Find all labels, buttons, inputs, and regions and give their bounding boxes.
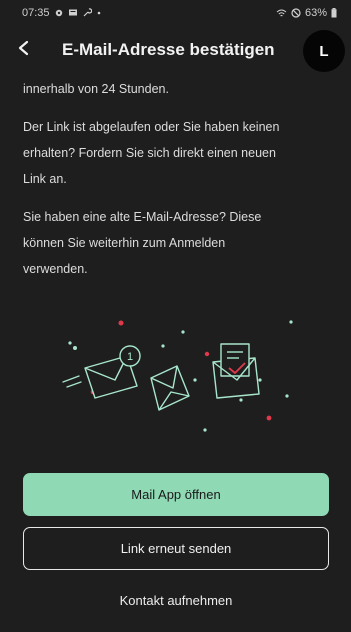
page-title: E-Mail-Adresse bestätigen [62,40,275,59]
battery-icon [331,8,337,18]
dot-icon [96,10,102,16]
paragraph-line: Der Link ist abgelaufen oder Sie haben k… [23,120,280,134]
status-bar: 07:35 63% [0,0,351,26]
status-left: 07:35 [22,7,102,19]
email-illustration: 1 [62,320,293,432]
open-mail-app-label: Mail App öffnen [131,487,221,502]
speed-lines [62,375,82,388]
resend-link-button[interactable]: Link erneut senden [23,527,329,570]
resend-link-label: Link erneut senden [120,541,232,556]
message-icon [68,8,78,18]
paragraph-line: Link an. [23,172,67,186]
badge-count: 1 [127,351,133,363]
status-right: 63% [276,7,337,19]
avatar-initial: L [319,42,329,60]
wifi-icon [276,8,287,18]
paragraph-link-expired: Der Link ist abgelaufen oder Sie haben k… [23,114,335,192]
open-mail-app-button[interactable]: Mail App öffnen [23,473,329,516]
avatar[interactable]: L [303,30,345,72]
info-line-top: innerhalb von 24 Stunden. [23,82,169,96]
paragraph-line: verwenden. [23,262,88,276]
envelope-letter-icon [212,343,260,399]
do-not-disturb-icon [291,8,301,18]
battery-percentage: 63% [304,7,327,19]
paragraph-line: können Sie weiterhin zum Anmelden [23,236,226,250]
info-text: innerhalb von 24 Stunden. Der Link ist a… [23,76,335,282]
app-bar: E-Mail-Adresse bestätigen L [0,28,351,72]
back-arrow-icon [17,40,31,61]
paragraph-line: Sie haben eine alte E-Mail-Adresse? Dies… [23,210,262,224]
paragraph-old-email: Sie haben eine alte E-Mail-Adresse? Dies… [23,204,335,282]
paragraph-line: erhalten? Fordern Sie sich direkt einen … [23,146,276,160]
envelope-open-icon [150,365,190,411]
wrench-icon [82,8,92,18]
status-time: 07:35 [22,7,50,19]
contact-label: Kontakt aufnehmen [119,592,233,608]
contact-link[interactable]: Kontakt aufnehmen [23,586,329,614]
gear-icon [54,8,64,18]
notification-badge: 1 [119,345,141,367]
back-button[interactable] [4,30,44,70]
